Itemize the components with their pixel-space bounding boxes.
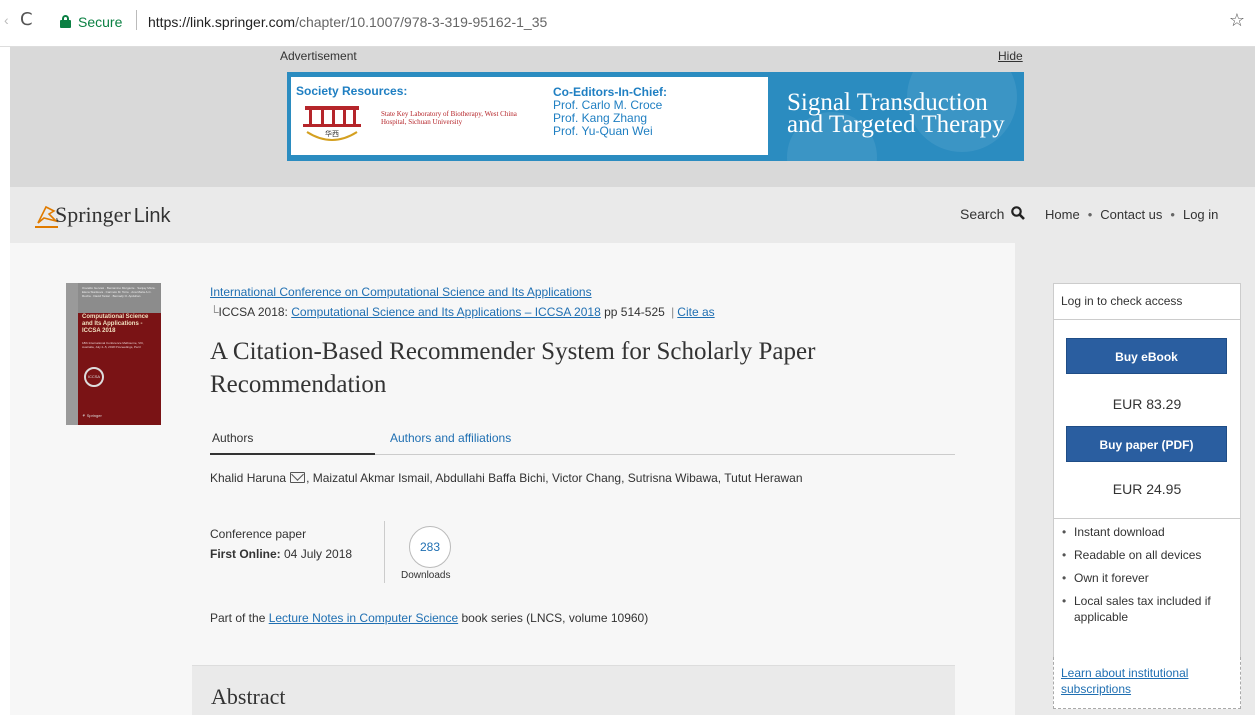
buy-ebook-button[interactable]: Buy eBook [1066,338,1227,374]
url-field[interactable]: Secure https://link.springer.com/chapter… [56,8,1226,38]
conference-link[interactable]: International Conference on Computationa… [210,285,592,299]
buy-pdf-button[interactable]: Buy paper (PDF) [1066,426,1227,462]
browser-address-bar: ‹ C Secure https://link.springer.com/cha… [0,0,1255,47]
cover-title: Computational Science and Its Applicatio… [82,314,149,334]
first-author[interactable]: Khalid Haruna [210,471,286,485]
ad-co-editors: Co-Editors-In-Chief: Prof. Carlo M. Croc… [553,85,667,138]
page-title: A Citation-Based Recommender System for … [210,338,816,398]
benefits-divider [1054,518,1240,519]
iccsa-badge-icon: ICCSA [84,367,104,387]
paper-meta: Conference paper First Online: 04 July 2… [210,524,352,564]
springerlink-logo[interactable]: Springer Link [55,202,170,228]
book-cover[interactable]: Osvaldo Gervasi · Beniamino Murgante · S… [66,283,161,425]
advertisement-label: Advertisement [280,49,357,63]
purchase-sidebar: Log in to check access Buy eBook EUR 83.… [1015,243,1255,715]
cite-as-link[interactable]: Cite as [677,305,714,319]
institutional-subscriptions-link[interactable]: Learn about institutional subscriptions [1061,665,1236,697]
reload-icon[interactable]: C [20,9,33,30]
ad-journal-title: Signal Transduction and Targeted Therapy [787,89,1005,138]
tree-branch-icon: └ [210,305,219,319]
ebook-price: EUR 83.29 [1112,396,1182,412]
secure-label: Secure [78,14,123,30]
nav-home[interactable]: Home [1045,207,1080,222]
downloads-label: Downloads [401,570,451,581]
first-online: First Online: 04 July 2018 [210,547,353,561]
authors-list: Khalid Haruna, Maizatul Akmar Ismail, Ab… [210,471,803,485]
search-icon[interactable] [1011,206,1025,220]
ad-white-panel: Society Resources: 华西 State Key Laborato… [291,77,768,155]
abstract-heading: Abstract [211,684,286,709]
nav-contact-us[interactable]: Contact us [1100,207,1162,222]
access-header[interactable]: Log in to check access [1054,284,1240,320]
search-link[interactable]: Search [960,206,1004,222]
abstract-section: Abstract [192,665,955,715]
forward-icon[interactable]: ‹ [4,12,9,28]
bookmark-star-icon[interactable]: ☆ [1229,10,1245,31]
access-box: Log in to check access Buy eBook EUR 83.… [1053,283,1241,674]
nav-log-in[interactable]: Log in [1183,207,1218,222]
tab-authors-and-affiliations[interactable]: Authors and affiliations [390,431,511,445]
list-item: Own it forever [1062,570,1237,586]
lock-icon [60,15,71,29]
tab-authors[interactable]: Authors [210,431,375,455]
proceedings-link[interactable]: Computational Science and Its Applicatio… [291,305,601,319]
series-line: Part of the Lecture Notes in Computer Sc… [210,611,649,625]
main-content: Osvaldo Gervasi · Beniamino Murgante · S… [10,243,1015,715]
advertisement-band: Advertisement Hide Society Resources: 华西… [10,47,1255,187]
meta-divider [384,521,385,583]
proceedings-line: └ICCSA 2018: Computational Science and I… [210,305,715,319]
ad-lab-text: State Key Laboratory of Biotherapy, West… [381,110,517,126]
pdf-price: EUR 24.95 [1112,481,1182,497]
series-link[interactable]: Lecture Notes in Computer Science [269,611,458,625]
top-nav: Home • Contact us • Log in [1045,207,1219,222]
springer-small-logo-icon: ⚘ Springer [82,413,102,418]
url-text[interactable]: https://link.springer.com/chapter/10.100… [148,14,547,30]
downloads-count: 283 [409,526,451,568]
list-item: Readable on all devices [1062,547,1237,563]
email-icon[interactable] [290,472,306,483]
institutional-box: Learn about institutional subscriptions [1053,657,1241,709]
author-tabs: Authors Authors and affiliations [210,431,955,455]
ad-banner[interactable]: Society Resources: 华西 State Key Laborato… [287,72,1024,161]
svg-text:华西: 华西 [325,129,339,138]
ad-society-resources: Society Resources: [296,84,408,98]
paper-type: Conference paper [210,527,307,541]
benefits-list: Instant download Readable on all devices… [1062,524,1237,632]
url-divider [136,10,137,30]
list-item: Instant download [1062,524,1237,540]
hide-ad-link[interactable]: Hide [998,49,1023,63]
hospital-logo-icon: 华西 [303,106,361,141]
list-item: Local sales tax included if applicable [1062,593,1237,625]
site-header: Springer Link Search Home • Contact us • Log … [10,187,1255,243]
